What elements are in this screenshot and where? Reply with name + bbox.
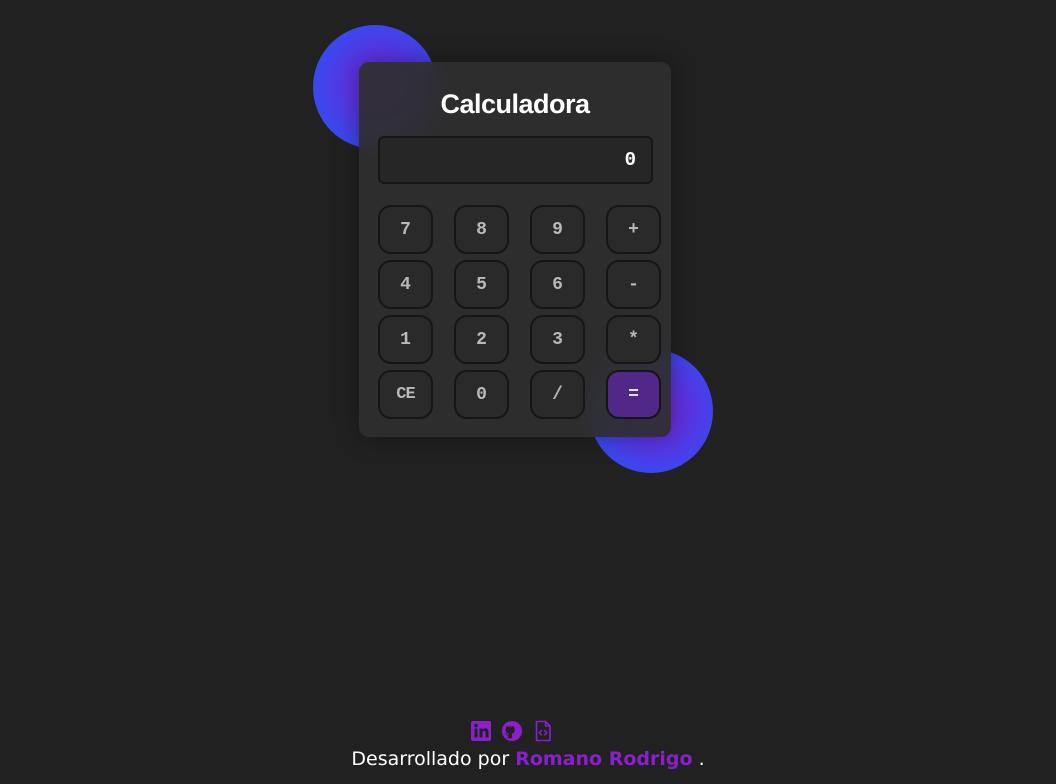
linkedin-icon[interactable] xyxy=(470,720,492,742)
page: Calculadora 0 7 8 9 + 4 5 6 - 1 2 3 * CE… xyxy=(0,0,1056,784)
key-7[interactable]: 7 xyxy=(378,205,433,254)
key-equals[interactable]: = xyxy=(606,370,661,419)
key-multiply[interactable]: * xyxy=(606,315,661,364)
key-9[interactable]: 9 xyxy=(530,205,585,254)
code-file-icon[interactable] xyxy=(532,720,554,742)
footer-social-links xyxy=(470,720,554,742)
calculator-title: Calculadora xyxy=(440,89,590,119)
calculator-card: Calculadora 0 7 8 9 + 4 5 6 - 1 2 3 * CE… xyxy=(359,62,671,437)
key-4[interactable]: 4 xyxy=(378,260,433,309)
key-6[interactable]: 6 xyxy=(530,260,585,309)
key-plus[interactable]: + xyxy=(606,205,661,254)
key-1[interactable]: 1 xyxy=(378,315,433,364)
key-minus[interactable]: - xyxy=(606,260,661,309)
key-5[interactable]: 5 xyxy=(454,260,509,309)
footer-prefix: Desarrollado por xyxy=(351,748,510,770)
footer-credit: Desarrollado por Romano Rodrigo . xyxy=(0,748,1056,770)
key-0[interactable]: 0 xyxy=(454,370,509,419)
footer-suffix: . xyxy=(698,748,705,770)
github-icon[interactable] xyxy=(501,720,523,742)
key-8[interactable]: 8 xyxy=(454,205,509,254)
key-3[interactable]: 3 xyxy=(530,315,585,364)
key-clear-entry[interactable]: CE xyxy=(378,370,433,419)
key-2[interactable]: 2 xyxy=(454,315,509,364)
author-link[interactable]: Romano Rodrigo xyxy=(515,748,692,770)
calculator-display: 0 xyxy=(378,136,653,184)
key-divide[interactable]: / xyxy=(530,370,585,419)
